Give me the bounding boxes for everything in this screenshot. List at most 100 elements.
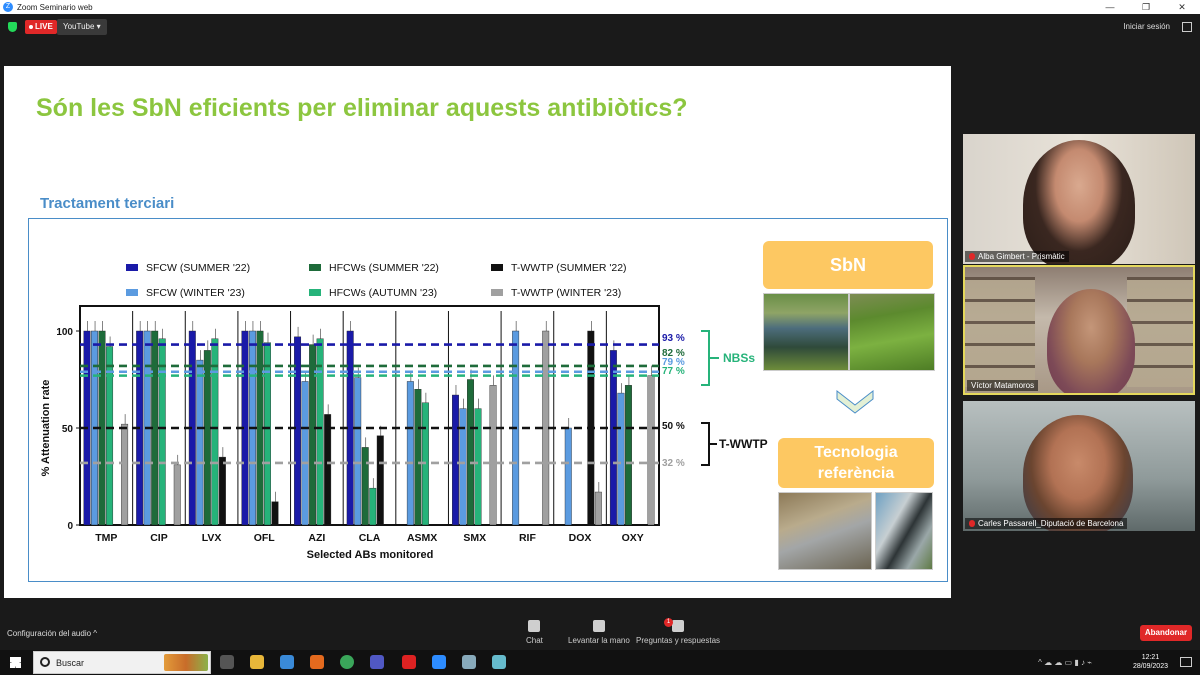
app-icon[interactable]	[462, 655, 476, 669]
bar	[647, 375, 655, 526]
windows-start-icon[interactable]	[10, 657, 21, 668]
legend-swatch	[126, 264, 138, 271]
treatment-pipes-photo	[778, 492, 872, 570]
bar	[173, 464, 181, 526]
legend-label: SFCW (SUMMER '22)	[146, 262, 250, 274]
app-icon[interactable]	[492, 655, 506, 669]
qa-button[interactable]: 1 Preguntas y respuestas	[636, 618, 721, 645]
y-tick-label: 0	[67, 521, 73, 532]
view-grid-icon[interactable]	[1182, 22, 1192, 32]
zoom-logo-icon: Z	[3, 2, 13, 12]
legend-swatch	[491, 264, 503, 271]
participant-name-tag: Carles Passarell_Diputació de Barcelona	[965, 518, 1128, 529]
tech-label-line1: Tecnologia	[814, 444, 898, 461]
stream-destination-button[interactable]: YouTube ▾	[57, 19, 107, 35]
legend-swatch	[309, 264, 321, 271]
signin-link[interactable]: Iniciar sesión	[1123, 22, 1170, 31]
taskbar-clock[interactable]: 12:21 28/09/2023	[1133, 653, 1168, 671]
bar	[452, 394, 459, 526]
sbn-label-box: SbN	[763, 241, 933, 289]
reference-tech-box: Tecnologia referència	[778, 438, 934, 488]
bar	[196, 359, 204, 526]
chat-label: Chat	[526, 636, 543, 645]
security-shield-icon[interactable]	[8, 22, 17, 32]
legend-label: T-WWTP (SUMMER '22)	[511, 262, 627, 274]
taskbar-search[interactable]: Buscar	[33, 651, 211, 674]
system-tray[interactable]: ^ ☁ ☁ ▭ ▮ ♪ ⌁	[1038, 658, 1092, 667]
participant-video[interactable]: Alba Gimbert - Prismàtic	[963, 134, 1195, 264]
search-placeholder: Buscar	[56, 658, 85, 668]
x-tick-label: OFL	[254, 532, 276, 544]
bar	[489, 385, 497, 526]
x-tick-label: RIF	[519, 532, 537, 544]
bar	[361, 447, 369, 526]
bar	[369, 487, 377, 526]
meeting-topbar: LIVE YouTube ▾ Iniciar sesión	[0, 14, 1200, 40]
bar	[542, 330, 550, 526]
qa-label: Preguntas y respuestas	[636, 636, 721, 645]
acrobat-icon[interactable]	[402, 655, 416, 669]
participant-name-tag: Víctor Matamoros	[967, 380, 1039, 391]
bar	[324, 414, 332, 526]
wwtp-bracket	[701, 422, 717, 466]
participant-name-tag: Alba Gimbert - Prismàtic	[965, 251, 1069, 262]
teams-icon[interactable]	[370, 655, 384, 669]
participant-figure	[1047, 289, 1135, 393]
chart-frame: 93 % 82 % 79 % 77 % 50 % 32 % NBSs T-WWTP 0 50 100…	[28, 218, 948, 582]
treatment-channel-photo	[875, 492, 933, 570]
minimize-button[interactable]: —	[1092, 0, 1128, 14]
y-axis-label: % Attenuation rate	[40, 380, 52, 477]
bar	[624, 385, 632, 526]
bar	[474, 408, 482, 526]
notification-icon[interactable]	[1180, 657, 1192, 667]
live-label: LIVE	[35, 22, 53, 31]
window-title: Zoom Seminario web	[17, 2, 93, 12]
clock-time: 12:21	[1141, 654, 1160, 661]
x-tick-label: OXY	[622, 532, 644, 544]
participant-name: Víctor Matamoros	[971, 381, 1035, 390]
audio-settings-label: Configuración del audio	[7, 629, 92, 638]
reference-label: 50 %	[662, 421, 685, 432]
chrome-icon[interactable]	[340, 655, 354, 669]
participant-figure	[1023, 415, 1133, 531]
hand-icon	[592, 620, 605, 632]
legend-label: SFCW (WINTER '23)	[146, 287, 245, 299]
legend-swatch	[309, 289, 321, 296]
qa-icon	[672, 620, 685, 632]
window-titlebar: Z Zoom Seminario web — ❐ ✕	[0, 0, 1200, 14]
task-view-icon[interactable]	[220, 655, 234, 669]
x-tick-label: AZI	[308, 532, 325, 544]
bar	[264, 342, 271, 526]
legend-label: HFCWs (AUTUMN '23)	[329, 287, 437, 299]
zoom-app-icon[interactable]	[432, 655, 446, 669]
window-controls: — ❐ ✕	[1092, 0, 1200, 14]
chat-button[interactable]: Chat	[526, 620, 543, 645]
y-tick-label: 100	[56, 327, 73, 338]
participant-video-active-speaker[interactable]: Víctor Matamoros	[963, 265, 1195, 395]
bookshelf-background	[1127, 277, 1193, 387]
bar	[218, 456, 226, 526]
x-tick-label: LVX	[202, 532, 222, 544]
slide-title: Són les SbN eficients per eliminar aques…	[36, 94, 688, 122]
bar	[106, 346, 114, 526]
chevron-up-icon: ^	[93, 629, 98, 638]
reference-label: 77 %	[662, 366, 685, 377]
mail-app-icon[interactable]	[280, 655, 294, 669]
legend-swatch	[491, 289, 503, 296]
file-explorer-icon[interactable]	[250, 655, 264, 669]
audio-settings-button[interactable]: Configuración del audio ^	[7, 629, 97, 638]
leave-button[interactable]: Abandonar	[1140, 625, 1192, 641]
maximize-button[interactable]: ❐	[1128, 0, 1164, 14]
live-dot-icon	[29, 24, 33, 29]
y-tick-label: 50	[62, 424, 74, 435]
bar	[459, 408, 467, 526]
raise-hand-button[interactable]: Levantar la mano	[568, 620, 630, 645]
nbs-bracket-label: NBSs	[723, 351, 755, 365]
bar	[301, 381, 309, 526]
reference-label: 32 %	[662, 458, 685, 469]
raise-hand-label: Levantar la mano	[568, 636, 630, 645]
participant-video[interactable]: Carles Passarell_Diputació de Barcelona	[963, 401, 1195, 531]
firefox-icon[interactable]	[310, 655, 324, 669]
close-button[interactable]: ✕	[1164, 0, 1200, 14]
live-badge[interactable]: LIVE	[25, 20, 57, 34]
